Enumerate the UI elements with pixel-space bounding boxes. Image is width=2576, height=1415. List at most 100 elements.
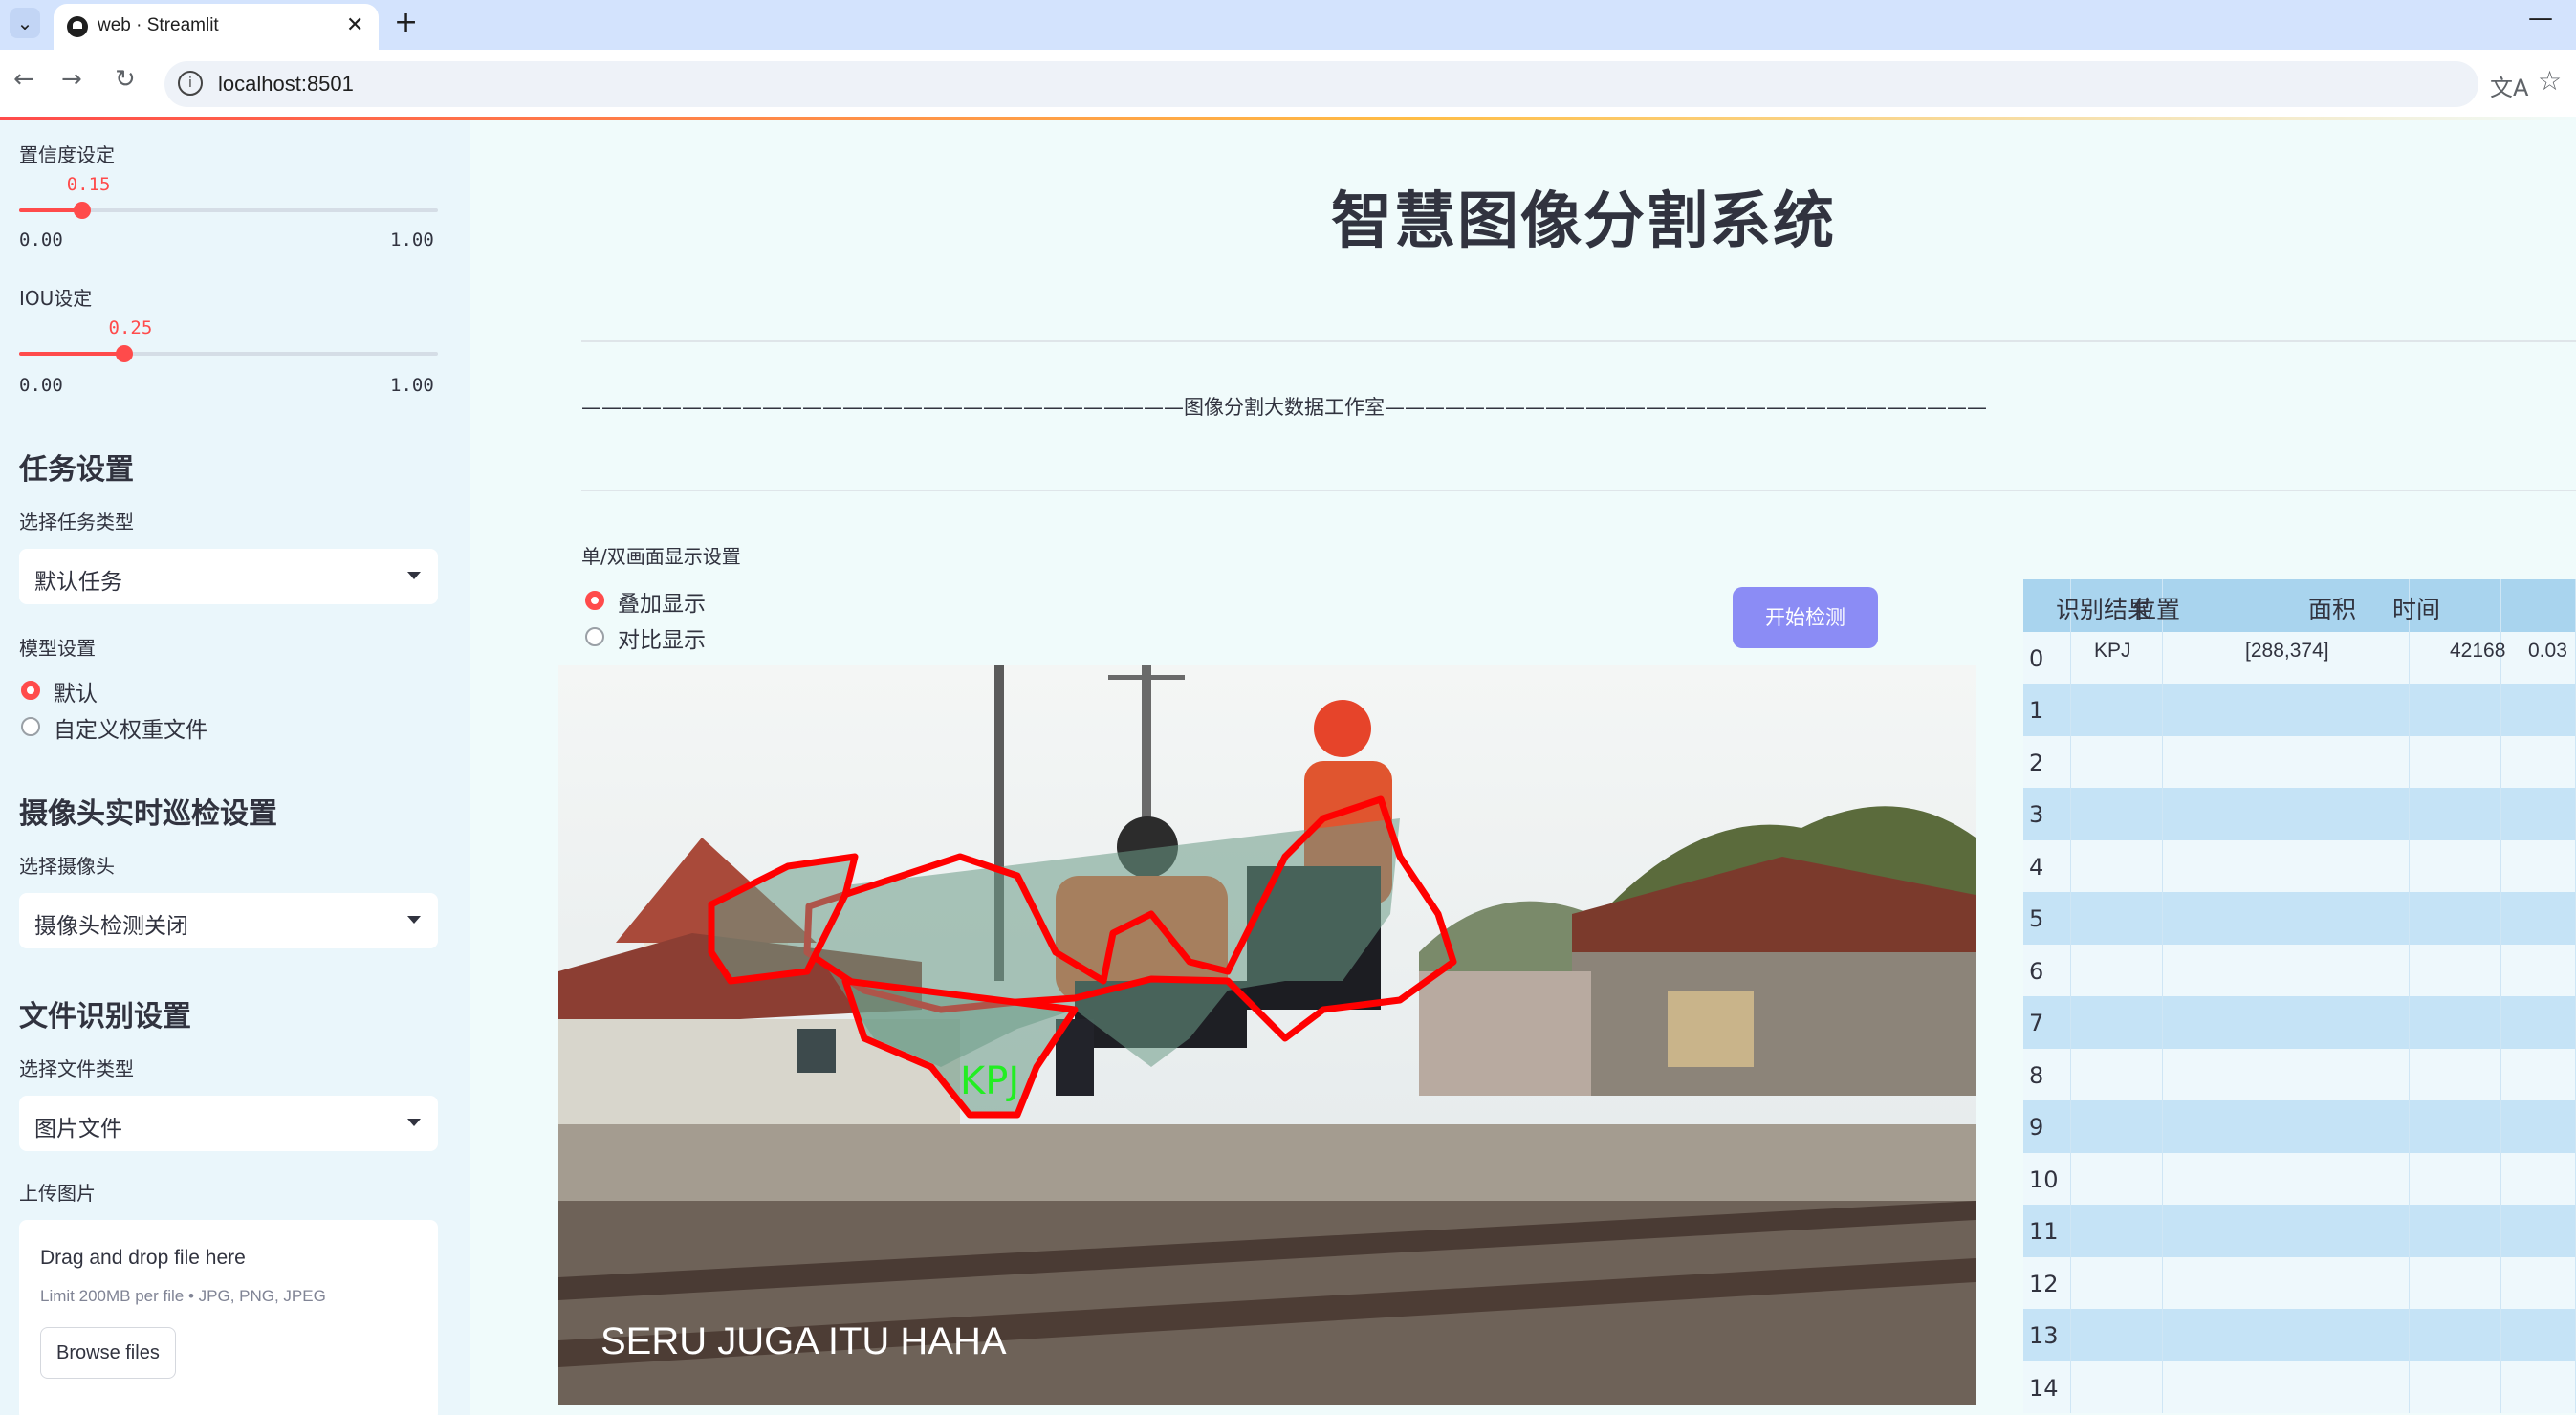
model-custom-radio[interactable] xyxy=(21,717,40,736)
table-cell[interactable] xyxy=(2071,996,2163,1049)
model-default-label[interactable]: 默认 xyxy=(54,675,98,708)
table-cell[interactable] xyxy=(2163,1309,2410,1361)
tab-search-button[interactable]: ⌄ xyxy=(10,8,40,38)
table-cell[interactable] xyxy=(2071,788,2163,840)
close-icon[interactable]: ✕ xyxy=(346,13,363,37)
table-row[interactable]: 8 xyxy=(2023,1048,2576,1100)
iou-slider-thumb[interactable] xyxy=(115,345,133,362)
table-cell[interactable] xyxy=(2071,684,2163,736)
table-row[interactable]: 14 xyxy=(2023,1361,2576,1413)
table-cell[interactable] xyxy=(2501,1309,2576,1361)
table-cell[interactable] xyxy=(2163,839,2410,892)
table-cell[interactable] xyxy=(2501,684,2576,736)
start-detection-button[interactable]: 开始检测 xyxy=(1733,587,1878,648)
confidence-slider[interactable] xyxy=(19,202,438,219)
table-cell[interactable] xyxy=(2071,839,2163,892)
table-cell[interactable] xyxy=(2410,735,2501,788)
compare-mode-label[interactable]: 对比显示 xyxy=(618,621,706,654)
bookmark-star-icon[interactable]: ☆ xyxy=(2538,65,2562,97)
table-cell[interactable] xyxy=(2071,1100,2163,1153)
table-cell[interactable] xyxy=(2163,1205,2410,1257)
table-cell[interactable] xyxy=(2163,1048,2410,1100)
table-cell[interactable] xyxy=(2410,839,2501,892)
table-row[interactable]: 6 xyxy=(2023,944,2576,996)
site-info-icon[interactable]: i xyxy=(178,71,203,96)
table-cell[interactable] xyxy=(2163,944,2410,996)
overlay-mode-radio[interactable] xyxy=(585,591,604,610)
table-cell[interactable] xyxy=(2501,1100,2576,1153)
file-type-select[interactable]: 图片文件 xyxy=(19,1096,438,1151)
table-cell[interactable] xyxy=(2501,735,2576,788)
column-header[interactable]: 位置 xyxy=(2132,591,2180,625)
browse-files-button[interactable]: Browse files xyxy=(40,1327,176,1379)
table-cell[interactable] xyxy=(2501,996,2576,1049)
forward-arrow-icon[interactable]: → xyxy=(61,65,82,94)
table-cell[interactable] xyxy=(2410,1205,2501,1257)
column-header[interactable]: 面积 xyxy=(2308,591,2356,625)
table-cell[interactable] xyxy=(2501,1361,2576,1413)
table-cell[interactable] xyxy=(2163,735,2410,788)
table-cell[interactable] xyxy=(2163,788,2410,840)
table-cell[interactable] xyxy=(2071,892,2163,945)
table-cell[interactable] xyxy=(2163,1256,2410,1309)
iou-slider[interactable] xyxy=(19,345,438,362)
table-cell[interactable] xyxy=(2071,1256,2163,1309)
table-cell[interactable] xyxy=(2163,892,2410,945)
overlay-mode-label[interactable]: 叠加显示 xyxy=(618,585,706,618)
table-cell[interactable] xyxy=(2071,1152,2163,1205)
table-row[interactable]: 4 xyxy=(2023,839,2576,892)
plus-icon[interactable]: + xyxy=(394,6,418,39)
table-cell[interactable] xyxy=(2410,1361,2501,1413)
table-cell[interactable] xyxy=(2410,684,2501,736)
table-row[interactable]: 13 xyxy=(2023,1309,2576,1361)
table-cell[interactable] xyxy=(2410,944,2501,996)
table-cell[interactable] xyxy=(2071,1205,2163,1257)
table-cell[interactable] xyxy=(2501,788,2576,840)
table-cell[interactable] xyxy=(2410,1152,2501,1205)
table-row[interactable]: 7 xyxy=(2023,996,2576,1049)
table-cell[interactable] xyxy=(2501,1205,2576,1257)
table-cell[interactable] xyxy=(2071,735,2163,788)
column-header[interactable]: 时间 xyxy=(2392,591,2440,625)
table-cell[interactable] xyxy=(2410,788,2501,840)
table-row[interactable]: 12 xyxy=(2023,1256,2576,1309)
table-cell[interactable] xyxy=(2071,1361,2163,1413)
file-dropzone[interactable]: Drag and drop file here Limit 200MB per … xyxy=(19,1220,438,1415)
confidence-slider-thumb[interactable] xyxy=(73,202,91,219)
table-row[interactable]: 10 xyxy=(2023,1152,2576,1205)
table-cell[interactable] xyxy=(2410,1256,2501,1309)
compare-mode-radio[interactable] xyxy=(585,627,604,646)
table-cell[interactable] xyxy=(2163,996,2410,1049)
table-cell[interactable] xyxy=(2410,1100,2501,1153)
url-text[interactable]: localhost:8501 xyxy=(218,72,354,97)
table-cell[interactable] xyxy=(2410,892,2501,945)
table-cell[interactable] xyxy=(2501,1152,2576,1205)
table-cell[interactable] xyxy=(2501,1256,2576,1309)
minimize-window-icon[interactable]: — xyxy=(2528,4,2553,33)
back-arrow-icon[interactable]: ← xyxy=(13,65,34,94)
table-header-cell[interactable] xyxy=(2163,579,2410,632)
table-cell[interactable] xyxy=(2163,1100,2410,1153)
table-cell[interactable] xyxy=(2410,1309,2501,1361)
reload-icon[interactable]: ↻ xyxy=(115,65,136,94)
model-default-radio[interactable] xyxy=(21,681,40,700)
table-cell[interactable] xyxy=(2410,1048,2501,1100)
table-row[interactable]: 1 xyxy=(2023,684,2576,736)
results-table[interactable]: 识别结果 位置 面积 时间 0 KPJ [288,374] 42168 0.03 1 2 3 4 5 6 7 8… xyxy=(2023,579,2576,1415)
table-header-cell[interactable] xyxy=(2501,579,2576,632)
table-row[interactable]: 3 xyxy=(2023,788,2576,840)
table-cell[interactable] xyxy=(2163,684,2410,736)
table-row[interactable]: 9 xyxy=(2023,1100,2576,1153)
table-row[interactable]: 0 KPJ [288,374] 42168 0.03 xyxy=(2023,631,2576,684)
table-cell[interactable] xyxy=(2071,944,2163,996)
table-cell[interactable] xyxy=(2501,839,2576,892)
table-cell[interactable] xyxy=(2163,1152,2410,1205)
table-cell[interactable] xyxy=(2501,1048,2576,1100)
table-cell[interactable] xyxy=(2071,1309,2163,1361)
camera-select[interactable]: 摄像头检测关闭 xyxy=(19,893,438,948)
task-type-select[interactable]: 默认任务 xyxy=(19,549,438,604)
table-cell[interactable] xyxy=(2071,1048,2163,1100)
model-custom-label[interactable]: 自定义权重文件 xyxy=(54,711,207,744)
url-field[interactable]: i localhost:8501 xyxy=(164,61,2478,107)
table-cell[interactable] xyxy=(2410,996,2501,1049)
